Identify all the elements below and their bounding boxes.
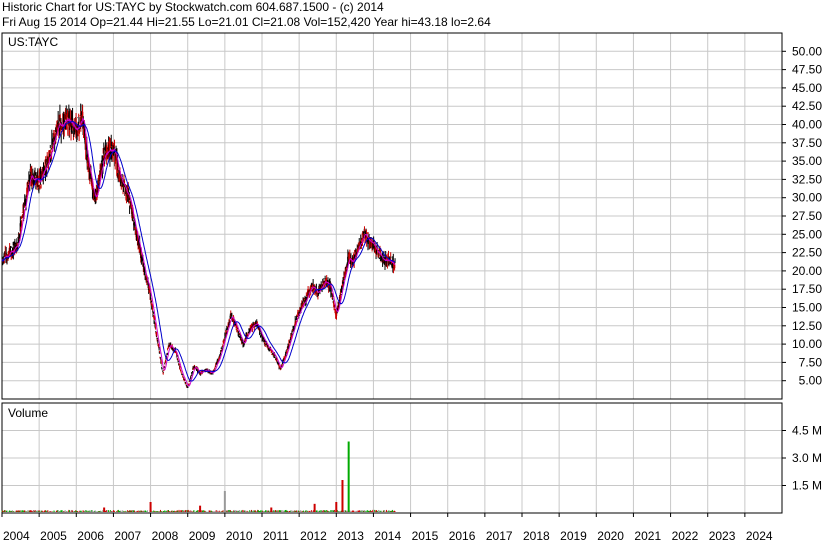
x-tick-label: 2010 [226, 529, 253, 543]
stock-chart: US:TAYC Volume 50.00 47.50 45.00 42.50 40.00… [1, 32, 823, 543]
price-tick-label: 40.00 [792, 118, 822, 132]
x-tick-label: 2022 [672, 529, 699, 543]
volume-axis: 4.5 M 3.0 M 1.5 M [782, 424, 822, 493]
volume-tick-label: 3.0 M [792, 451, 822, 465]
price-tick-label: 15.00 [792, 301, 822, 315]
x-tick-label: 2016 [449, 529, 476, 543]
volume-tick-label: 1.5 M [792, 479, 822, 493]
chart-frames [1, 32, 783, 514]
price-tick-label: 47.50 [792, 63, 822, 77]
price-tick-label: 5.00 [799, 374, 823, 388]
price-tick-label: 27.50 [792, 209, 822, 223]
price-tick-label: 42.50 [792, 99, 822, 113]
price-tick-label: 7.50 [799, 355, 823, 369]
price-tick-label: 32.50 [792, 172, 822, 186]
price-axis: 50.00 47.50 45.00 42.50 40.00 37.50 35.00 32.50… [782, 44, 823, 388]
x-tick-label: 2021 [634, 529, 661, 543]
x-tick-label: 2004 [3, 529, 30, 543]
x-tick-label: 2006 [77, 529, 104, 543]
x-tick-label: 2023 [709, 529, 736, 543]
price-tick-label: 50.00 [792, 44, 822, 58]
price-tick-label: 45.00 [792, 81, 822, 95]
volume-panel-label: Volume [8, 406, 48, 420]
x-tick-label: 2018 [523, 529, 550, 543]
x-tick-label: 2005 [40, 529, 67, 543]
x-tick-label: 2007 [114, 529, 141, 543]
price-panel-label: US:TAYC [8, 35, 59, 49]
x-tick-label: 2020 [597, 529, 624, 543]
x-tick-label: 2017 [486, 529, 513, 543]
x-tick-label: 2024 [746, 529, 773, 543]
x-tick-label: 2019 [560, 529, 587, 543]
price-tick-label: 22.50 [792, 246, 822, 260]
price-tick-label: 25.00 [792, 227, 822, 241]
price-tick-label: 12.50 [792, 319, 822, 333]
price-tick-label: 35.00 [792, 154, 822, 168]
x-tick-label: 2009 [189, 529, 216, 543]
x-tick-label: 2013 [337, 529, 364, 543]
time-axis: 2004 2005 2006 2007 2008 2009 2010 2011 2012 2013… [1, 513, 773, 543]
x-tick-label: 2014 [374, 529, 401, 543]
x-tick-label: 2012 [300, 529, 327, 543]
price-tick-label: 17.50 [792, 282, 822, 296]
x-tick-label: 2011 [263, 529, 289, 543]
volume-tick-label: 4.5 M [792, 424, 822, 438]
price-tick-label: 37.50 [792, 136, 822, 150]
price-tick-label: 20.00 [792, 264, 822, 278]
x-tick-label: 2015 [412, 529, 439, 543]
price-tick-label: 30.00 [792, 191, 822, 205]
x-tick-label: 2008 [152, 529, 179, 543]
grid [1, 33, 782, 513]
price-tick-label: 10.00 [792, 337, 822, 351]
